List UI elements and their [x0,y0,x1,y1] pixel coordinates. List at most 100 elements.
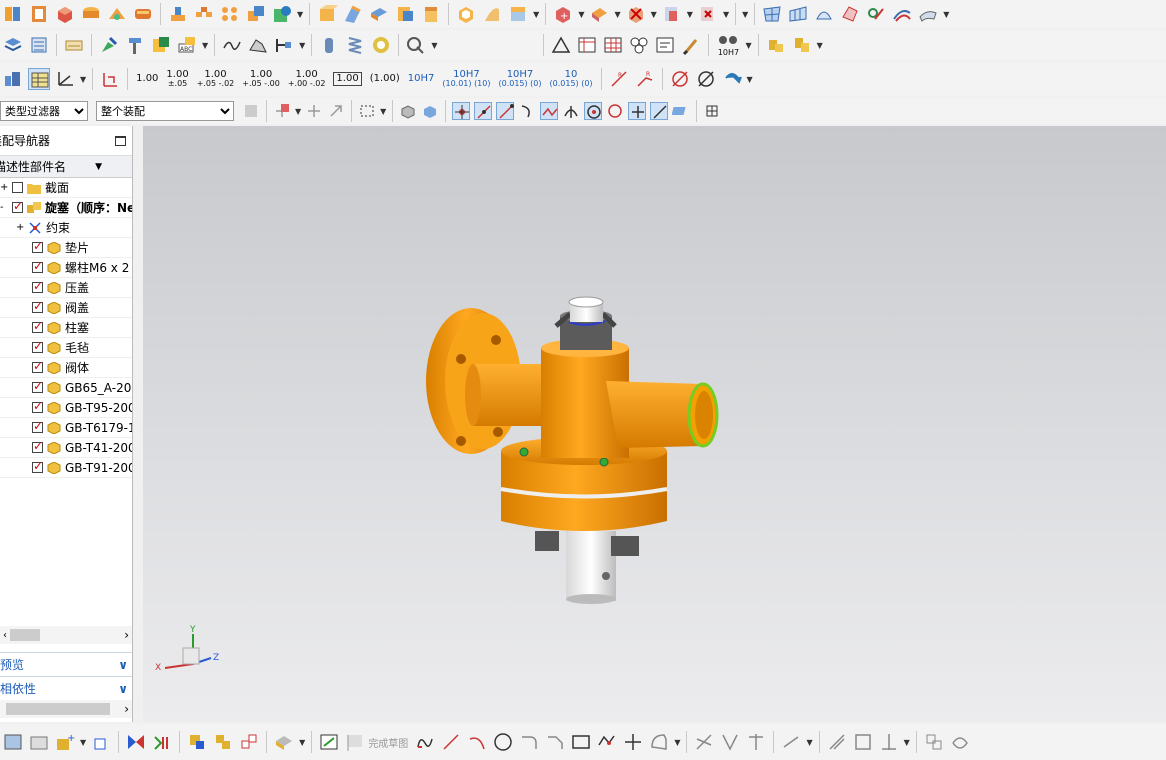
assembly-navigator-icon[interactable] [2,731,24,753]
dim-tolerance-only[interactable]: 10 (0.015) (0) [550,70,593,88]
block-icon[interactable] [54,3,76,25]
reference-set-icon[interactable] [212,731,234,753]
shell-icon[interactable] [455,3,477,25]
tree-node[interactable]: GB-T91-200 [0,458,132,478]
type-filter-select[interactable]: 类型过滤器 [0,101,88,121]
tree-node[interactable]: 柱塞 [0,318,132,338]
rectangle-select-icon[interactable] [358,102,376,120]
dropdown-arrow-icon[interactable]: ▼ [299,738,305,747]
clearance-analysis-icon[interactable] [273,731,295,753]
scroll-right-icon[interactable]: › [124,628,129,642]
object-display-icon[interactable] [150,34,172,56]
tree-node[interactable]: 毛毡 [0,338,132,358]
tree-node[interactable]: 垫片 [0,238,132,258]
new-parent-icon[interactable] [90,731,112,753]
dependency-panel-header[interactable]: 相依性 ∨ [0,676,132,700]
dropdown-arrow-icon[interactable]: ▼ [745,41,751,50]
trim-body-icon[interactable] [342,3,364,25]
sheet-body-icon[interactable] [481,3,503,25]
wave-link-icon[interactable] [186,731,208,753]
dropdown-arrow-icon[interactable]: ▼ [533,10,539,19]
dropdown-arrow-icon[interactable]: ▼ [80,75,86,84]
subtract-icon[interactable] [271,3,293,25]
plug-valve-model[interactable] [143,126,1166,722]
visibility-checkbox[interactable] [32,259,43,273]
snap-center-icon[interactable] [584,102,603,120]
fillet-icon[interactable] [518,731,540,753]
hole-diameter-icon[interactable] [695,68,717,90]
tree-node[interactable]: 压盖 [0,278,132,298]
dim-unilateral-above[interactable]: 1.00 +.05 -.00 [242,70,280,88]
sort-down-icon[interactable]: ▼ [95,162,102,172]
dropdown-arrow-icon[interactable]: ▼ [578,10,584,19]
circle-icon[interactable] [492,731,514,753]
dropdown-arrow-icon[interactable]: ▼ [299,41,305,50]
offset-curve-icon[interactable] [648,731,670,753]
visibility-checkbox[interactable] [32,379,43,393]
feature-intent-icon[interactable] [327,102,345,120]
n-sided-surface-icon[interactable] [839,3,861,25]
navigator-resize-gutter[interactable] [133,126,143,722]
swept-surface-icon[interactable] [813,3,835,25]
tree-node[interactable]: GB-T41-200 [0,438,132,458]
grid-table-icon[interactable] [602,34,624,56]
tree-node[interactable]: 螺柱M6 x 2 [0,258,132,278]
fit-table-button[interactable]: 10H7 [717,34,739,57]
snap-on-curve-icon[interactable] [650,102,669,120]
return-arrow-icon[interactable] [721,68,743,90]
rapid-dimension-icon[interactable] [99,68,121,90]
dropdown-arrow-icon[interactable]: ▼ [295,107,301,116]
dim-fit-limits[interactable]: 10H7 (10.01) (10) [442,70,490,88]
dim-basic[interactable]: 1.00 [333,72,362,86]
expand-icon[interactable]: + [0,182,10,193]
gold-block-icon[interactable] [765,34,787,56]
visibility-checkbox[interactable] [32,459,43,473]
cylinder-part-icon[interactable] [318,34,340,56]
chamfer-sketch-icon[interactable] [544,731,566,753]
move-component-icon[interactable] [661,3,683,25]
tree-horizontal-scrollbar[interactable]: ‹ › [0,626,132,644]
expand-chevron-icon[interactable]: ∨ [118,682,128,696]
snap-tangent-icon[interactable] [562,102,580,120]
blend-icon[interactable] [394,3,416,25]
datum-csys-icon[interactable] [54,68,76,90]
sew-icon[interactable] [507,3,529,25]
snap-on-surface-icon[interactable] [671,102,690,120]
scroll-thumb[interactable] [6,703,110,715]
parts-list-icon[interactable] [628,34,650,56]
wcs-icon[interactable] [63,34,85,56]
scroll-left-icon[interactable]: ‹ [3,630,7,641]
triangle-icon[interactable] [550,34,572,56]
replace-component-icon[interactable] [697,3,719,25]
sweep-icon[interactable] [132,3,154,25]
unite-icon[interactable] [245,3,267,25]
tree-node[interactable]: GB-T95-200 [0,398,132,418]
show-constraints-icon[interactable] [878,731,900,753]
view-triad[interactable]: Y X Z [153,624,233,684]
visibility-checkbox[interactable] [12,182,23,193]
profile-icon[interactable] [414,731,436,753]
tree-node[interactable]: + 约束 [0,218,132,238]
nut-right[interactable] [611,536,639,556]
quick-extend-icon[interactable] [719,731,741,753]
nut-left[interactable] [535,531,559,551]
dim-reference[interactable]: (1.00) [370,74,400,84]
dim-nominal[interactable]: 1.00 [136,74,158,84]
book-icon[interactable] [2,3,24,25]
tree-node[interactable]: + 截面 [0,178,132,198]
bearing-icon[interactable] [370,34,392,56]
dropdown-arrow-icon[interactable]: ▼ [80,738,86,747]
dropdown-arrow-icon[interactable]: ▼ [723,10,729,19]
expand-icon[interactable]: + [16,222,26,233]
remove-component-icon[interactable] [625,3,647,25]
dim-fit-class[interactable]: 10H7 [408,74,435,84]
dropdown-arrow-icon[interactable]: ▼ [806,738,812,747]
dropdown-arrow-icon[interactable]: ▼ [817,41,823,50]
tree-node[interactable]: GB-T6179-1 [0,418,132,438]
dim-fit-tolerance[interactable]: 10H7 (0.015) (0) [498,70,541,88]
visibility-checkbox[interactable] [32,339,43,353]
graphics-viewport[interactable]: Y X Z [143,126,1166,722]
add-component-gold-icon[interactable]: + [54,731,76,753]
add-component-icon[interactable]: + [552,3,574,25]
spring-icon[interactable] [344,34,366,56]
